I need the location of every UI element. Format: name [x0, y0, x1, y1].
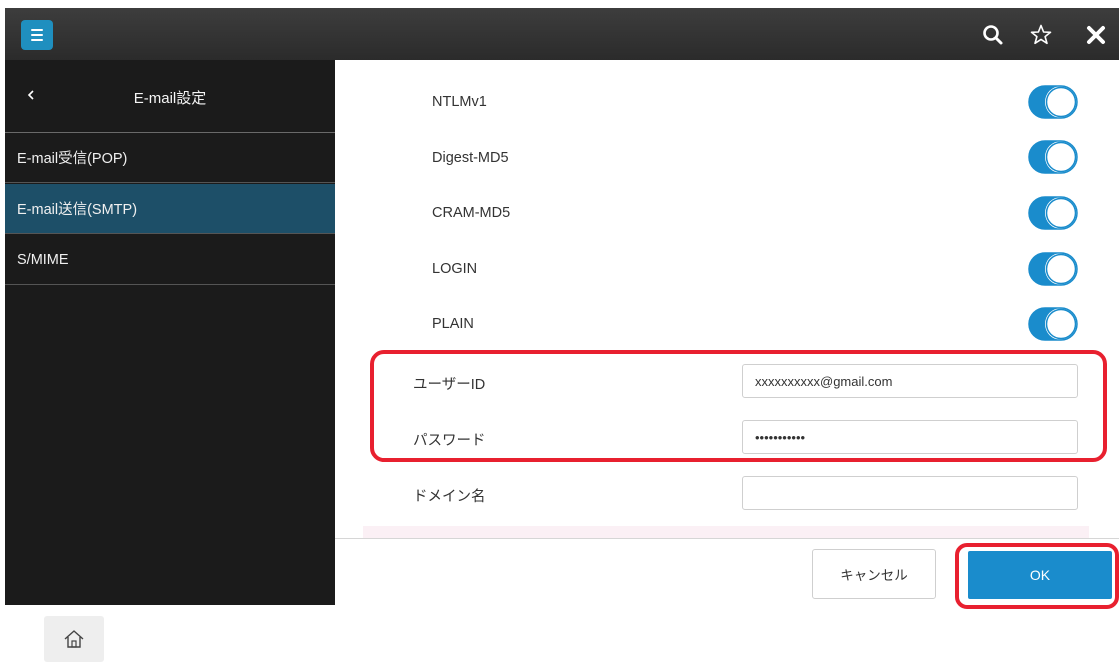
- menu-icon-bar: [31, 29, 43, 31]
- toggle-ntlmv1[interactable]: [1027, 84, 1079, 120]
- sidebar-item-smtp[interactable]: E-mail送信(SMTP): [5, 184, 335, 234]
- auth-label-digest-md5: Digest-MD5: [432, 150, 509, 166]
- toggle-digest-md5[interactable]: [1027, 139, 1079, 175]
- ok-button[interactable]: OK: [968, 551, 1112, 599]
- sidebar-header: E-mail設定: [5, 60, 335, 133]
- toggle-plain[interactable]: [1027, 306, 1079, 342]
- close-icon[interactable]: [1083, 22, 1109, 48]
- auth-label-plain: PLAIN: [432, 316, 474, 332]
- cancel-button[interactable]: キャンセル: [812, 549, 936, 599]
- footer-divider: [335, 538, 1119, 539]
- menu-icon-bar: [31, 39, 43, 41]
- sidebar-item-pop[interactable]: E-mail受信(POP): [5, 133, 335, 183]
- credentials-highlight: [370, 350, 1107, 462]
- top-bar: [5, 8, 1119, 60]
- menu-button[interactable]: [21, 20, 53, 50]
- menu-icon-bar: [31, 34, 43, 36]
- scroll-end-strip: [363, 526, 1089, 538]
- toggle-cram-md5[interactable]: [1027, 195, 1079, 231]
- chevron-left-icon[interactable]: [25, 86, 37, 104]
- auth-label-cram-md5: CRAM-MD5: [432, 205, 511, 221]
- toggle-login[interactable]: [1027, 251, 1079, 287]
- home-icon: [64, 630, 84, 648]
- auth-label-ntlmv1: NTLMv1: [432, 94, 487, 110]
- sidebar-item-label: E-mail受信(POP): [17, 151, 128, 167]
- sidebar-item-label: E-mail送信(SMTP): [17, 202, 138, 218]
- home-button[interactable]: [44, 616, 104, 662]
- domain-input[interactable]: [742, 476, 1078, 510]
- settings-panel: NTLMv1 Digest-MD5 CRAM-MD5 LOGIN PLAIN ユ…: [335, 60, 1119, 605]
- auth-label-login: LOGIN: [432, 261, 478, 277]
- search-icon[interactable]: [980, 22, 1006, 48]
- sidebar: E-mail設定 E-mail受信(POP) E-mail送信(SMTP) S/…: [5, 60, 335, 605]
- sidebar-title: E-mail設定: [133, 90, 207, 107]
- domain-label: ドメイン名: [413, 489, 486, 505]
- star-icon[interactable]: [1028, 22, 1054, 48]
- sidebar-item-smime[interactable]: S/MIME: [5, 235, 335, 285]
- sidebar-item-label: S/MIME: [17, 251, 69, 268]
